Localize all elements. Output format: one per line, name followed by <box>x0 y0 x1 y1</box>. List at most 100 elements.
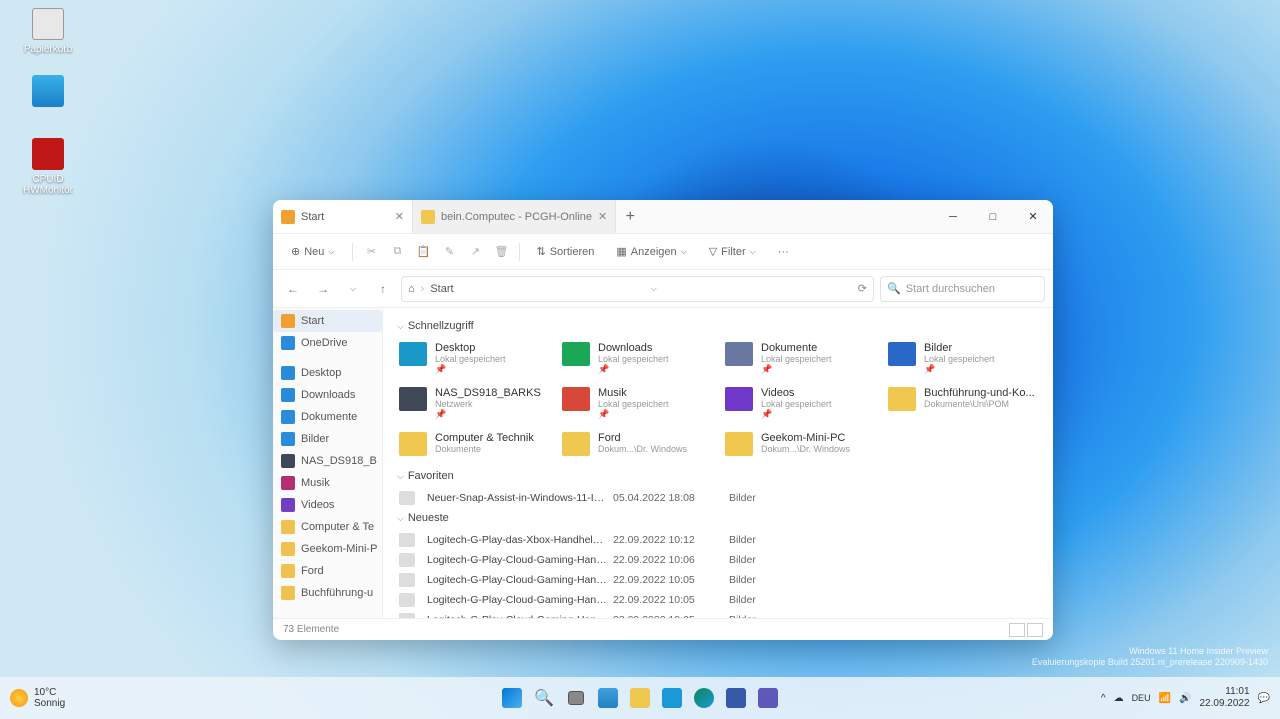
quickaccess-item[interactable]: Computer & TechnikDokumente <box>397 428 550 460</box>
quickaccess-item[interactable]: DownloadsLokal gespeichert📌 <box>560 338 713 379</box>
pin-icon: 📌 <box>435 364 506 375</box>
breadcrumb-dropdown[interactable]: ⌵ <box>651 284 657 294</box>
onedrive-tray-icon[interactable]: ☁ <box>1114 693 1124 704</box>
sidebar-item[interactable]: Musik <box>273 472 382 494</box>
view-button[interactable]: ▦ Anzeigen ⌵ <box>610 241 692 262</box>
tab-close-button[interactable]: ✕ <box>598 210 607 223</box>
sidebar-item[interactable]: Buchführung-u <box>273 582 382 604</box>
notification-tray-icon[interactable]: 💬 <box>1258 693 1270 704</box>
volume-tray-icon[interactable]: 🔊 <box>1179 693 1191 704</box>
sidebar-item-label: Start <box>301 315 324 327</box>
sidebar-item[interactable]: NAS_DS918_B <box>273 450 382 472</box>
app-taskbar-icon[interactable] <box>658 684 686 712</box>
more-button[interactable]: ··· <box>772 242 795 262</box>
desktop-icon-app2[interactable] <box>18 75 78 111</box>
file-row[interactable]: Logitech-G-Play-Cloud-Gaming-Handheld_03… <box>397 570 1039 590</box>
sidebar-item[interactable]: Desktop <box>273 362 382 384</box>
sidebar-item[interactable]: Computer & Te <box>273 516 382 538</box>
tab-close-button[interactable]: ✕ <box>395 210 404 223</box>
sidebar-item-label: Videos <box>301 499 334 511</box>
tray-chevron-icon[interactable]: ^ <box>1101 693 1106 704</box>
desktop-icon-hwmonitor[interactable]: CPUID HWMonitor <box>18 138 78 196</box>
folder-icon <box>888 342 916 366</box>
file-row[interactable]: Logitech-G-Play-Cloud-Gaming-Handheld_01… <box>397 610 1039 618</box>
section-recent-header[interactable]: ⌵ Neueste <box>397 512 1039 524</box>
folder-icon <box>562 387 590 411</box>
language-tray[interactable]: DEU <box>1132 693 1151 703</box>
quickaccess-item[interactable]: NAS_DS918_BARKSNetzwerk📌 <box>397 383 550 424</box>
share-icon[interactable]: ↗ <box>467 244 483 260</box>
file-row[interactable]: Neuer-Snap-Assist-in-Windows-11-Insider-… <box>397 488 1039 508</box>
rename-icon[interactable]: ✎ <box>441 244 457 260</box>
sidebar-item[interactable]: Bilder <box>273 428 382 450</box>
quickaccess-item[interactable]: BilderLokal gespeichert📌 <box>886 338 1039 379</box>
new-button[interactable]: ⊕ Neu ⌵ <box>283 241 342 262</box>
sidebar-item[interactable]: OneDrive <box>273 332 382 354</box>
folder-icon <box>281 410 295 424</box>
desktop-icon-label: Papierkorb <box>18 44 78 55</box>
sidebar-item[interactable]: Dokumente <box>273 406 382 428</box>
file-date: 22.09.2022 10:06 <box>613 554 723 566</box>
weather-widget[interactable]: 10°C Sonnig <box>10 687 65 709</box>
delete-icon[interactable]: 🗑 <box>493 244 509 260</box>
tab-start[interactable]: Start ✕ <box>273 200 413 233</box>
copy-icon[interactable]: ⧉ <box>389 244 405 260</box>
file-row[interactable]: Logitech-G-Play-Cloud-Gaming-Handheld_02… <box>397 590 1039 610</box>
desktop-icon-recycle-bin[interactable]: Papierkorb <box>18 8 78 55</box>
sun-icon <box>10 689 28 707</box>
start-button[interactable] <box>498 684 526 712</box>
quickaccess-item[interactable]: Buchführung-und-Ko...Dokumente\Uni\POM <box>886 383 1039 424</box>
search-button[interactable]: 🔍 <box>530 684 558 712</box>
quickaccess-item[interactable]: DokumenteLokal gespeichert📌 <box>723 338 876 379</box>
edge-taskbar-icon[interactable] <box>690 684 718 712</box>
back-button[interactable]: ← <box>281 277 305 301</box>
view-grid-button[interactable] <box>1027 623 1043 637</box>
view-details-button[interactable] <box>1009 623 1025 637</box>
clock[interactable]: 11:01 22.09.2022 <box>1199 686 1249 710</box>
maximize-button[interactable]: □ <box>973 200 1013 233</box>
taskview-button[interactable] <box>562 684 590 712</box>
chevron-down-icon: ⌵ <box>397 471 404 482</box>
sidebar-item[interactable]: Videos <box>273 494 382 516</box>
close-button[interactable]: ✕ <box>1013 200 1053 233</box>
up-button[interactable]: ↑ <box>371 277 395 301</box>
cut-icon[interactable]: ✂ <box>363 244 379 260</box>
quickaccess-item[interactable]: FordDokum...\Dr. Windows <box>560 428 713 460</box>
refresh-button[interactable]: ⟳ <box>858 282 867 295</box>
quickaccess-item[interactable]: MusikLokal gespeichert📌 <box>560 383 713 424</box>
file-explorer-window: Start ✕ bein.Computec - PCGH-Online ✕ + … <box>273 200 1053 640</box>
quickaccess-item[interactable]: VideosLokal gespeichert📌 <box>723 383 876 424</box>
wifi-tray-icon[interactable]: 📶 <box>1159 693 1171 704</box>
qa-name: Downloads <box>598 342 669 354</box>
filter-button[interactable]: ▽ Filter ⌵ <box>703 241 762 262</box>
teams-taskbar-icon[interactable] <box>754 684 782 712</box>
widgets-button[interactable] <box>594 684 622 712</box>
forward-button[interactable]: → <box>311 277 335 301</box>
home-icon: ⌂ <box>408 283 415 295</box>
sidebar-item[interactable]: Downloads <box>273 384 382 406</box>
paste-icon[interactable]: 📋 <box>415 244 431 260</box>
tab-secondary[interactable]: bein.Computec - PCGH-Online ✕ <box>413 200 616 233</box>
explorer-taskbar-icon[interactable] <box>626 684 654 712</box>
breadcrumb[interactable]: ⌂ › Start ⌵ ⟳ <box>401 276 874 302</box>
recent-dropdown[interactable]: ⌵ <box>341 277 365 301</box>
qa-name: Desktop <box>435 342 506 354</box>
minimize-button[interactable]: ─ <box>933 200 973 233</box>
sidebar-item[interactable]: Geekom-Mini-P <box>273 538 382 560</box>
quickaccess-item[interactable]: Geekom-Mini-PCDokum...\Dr. Windows <box>723 428 876 460</box>
file-row[interactable]: Logitech-G-Play-Cloud-Gaming-Handheld_04… <box>397 550 1039 570</box>
folder-icon <box>421 210 435 224</box>
content-area: ⌵ Schnellzugriff DesktopLokal gespeicher… <box>383 308 1053 618</box>
sidebar-item[interactable]: Ford <box>273 560 382 582</box>
new-tab-button[interactable]: + <box>616 200 644 233</box>
section-quickaccess-header[interactable]: ⌵ Schnellzugriff <box>397 320 1039 332</box>
store-taskbar-icon[interactable] <box>722 684 750 712</box>
recycle-bin-icon <box>32 8 64 40</box>
file-row[interactable]: Logitech-G-Play-das-Xbox-Handheld.jpg22.… <box>397 530 1039 550</box>
quickaccess-item[interactable]: DesktopLokal gespeichert📌 <box>397 338 550 379</box>
search-input[interactable]: 🔍 Start durchsuchen <box>880 276 1045 302</box>
sort-button[interactable]: ⇅ Sortieren <box>530 241 600 262</box>
section-favorites-header[interactable]: ⌵ Favoriten <box>397 470 1039 482</box>
file-type: Bilder <box>729 534 799 546</box>
sidebar-item[interactable]: Start <box>273 310 382 332</box>
